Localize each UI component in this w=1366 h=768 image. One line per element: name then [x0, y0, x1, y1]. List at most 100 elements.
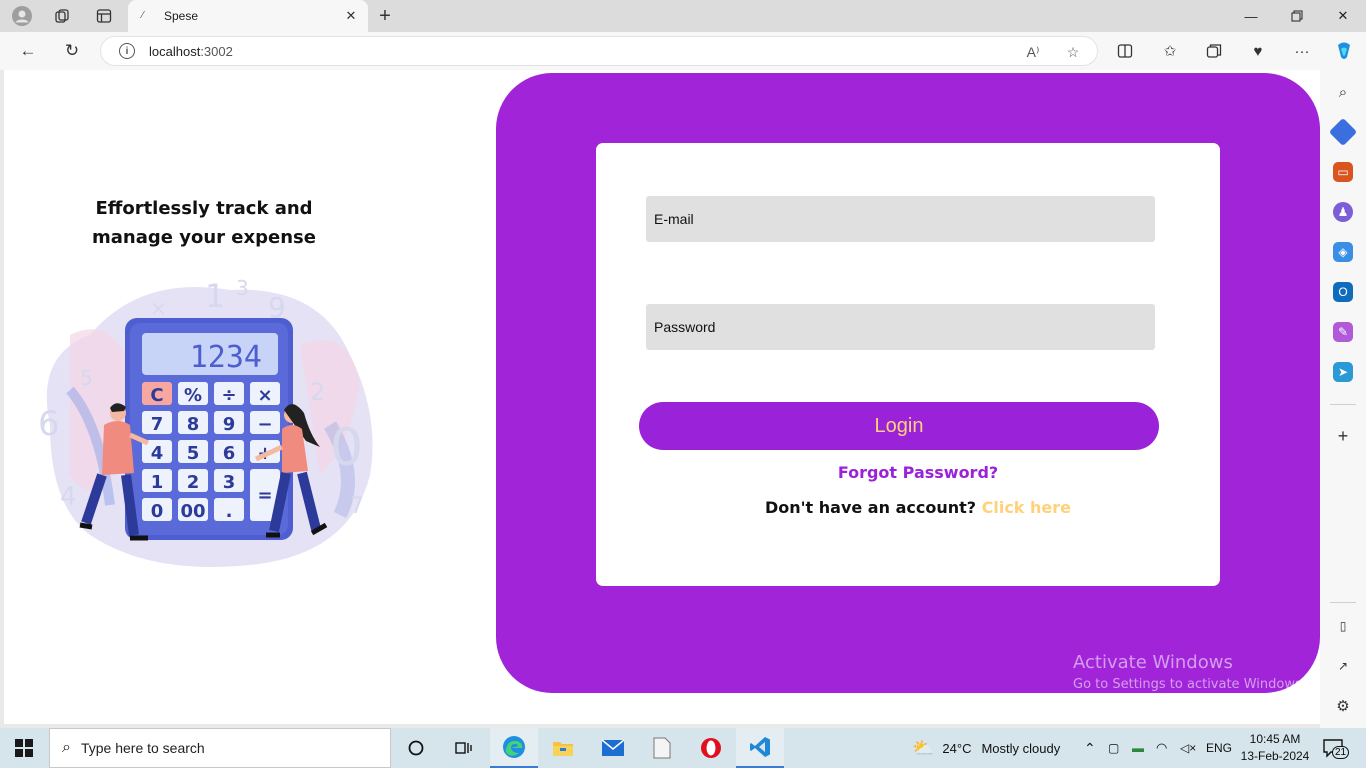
svg-text:00: 00	[180, 501, 205, 522]
signup-text: Don't have an account?	[764, 498, 977, 517]
svg-text:7: 7	[350, 494, 364, 519]
windows-start-icon[interactable]	[0, 728, 48, 768]
vertical-tabs-icon[interactable]	[90, 4, 118, 28]
weather-widget[interactable]: ⛅ 24°C Mostly cloudy	[912, 728, 1060, 768]
task-view-icon[interactable]	[440, 728, 488, 768]
login-button[interactable]: Login	[639, 402, 1159, 450]
svg-text:%: %	[184, 385, 202, 406]
tab-spese[interactable]: ⁄ Spese ✕	[128, 0, 368, 32]
svg-text:÷: ÷	[221, 385, 236, 406]
svg-text:6: 6	[38, 404, 60, 444]
svg-text:1: 1	[151, 472, 164, 493]
split-screen-icon[interactable]	[1111, 37, 1139, 65]
svg-text:0: 0	[330, 418, 363, 478]
tools-briefcase-icon[interactable]: ▭	[1333, 162, 1353, 182]
sidebar-divider-bottom	[1330, 602, 1356, 603]
svg-text:×: ×	[150, 296, 167, 320]
url-box[interactable]: i localhost:3002 A⁾ ☆	[100, 36, 1098, 66]
svg-text:.: .	[226, 501, 233, 522]
site-info-icon[interactable]: i	[119, 43, 135, 59]
more-options-icon[interactable]: ···	[1288, 37, 1316, 65]
copilot-icon[interactable]	[1330, 37, 1358, 65]
battery-charging-icon[interactable]: ▬	[1132, 728, 1144, 768]
cortana-icon[interactable]	[392, 728, 440, 768]
refresh-icon[interactable]: ↻	[58, 37, 86, 65]
search-icon[interactable]: ⌕	[1333, 82, 1353, 102]
games-icon[interactable]: ♟	[1333, 202, 1353, 222]
hide-sidebar-icon[interactable]: ▯	[1333, 616, 1353, 636]
address-bar: ← ↻ i localhost:3002 A⁾ ☆ ✩ ♥ ···	[0, 32, 1366, 70]
svg-text:=: =	[257, 485, 272, 506]
new-tab-button[interactable]: +	[372, 4, 398, 28]
password-field[interactable]	[646, 304, 1155, 350]
edge-sidebar: ⌕ ▭ ♟ ◈ O ✎ ➤ + ▯ ↗ ⚙	[1320, 70, 1366, 728]
send-icon[interactable]: ➤	[1333, 362, 1353, 382]
mail-icon[interactable]	[589, 728, 637, 768]
signup-link[interactable]: Click here	[982, 498, 1071, 517]
notification-center-icon[interactable]: 21	[1322, 738, 1350, 759]
windows-taskbar: ⌕ Type here to search ⛅ 24°C Mostly clou…	[0, 728, 1366, 768]
svg-text:8: 8	[187, 414, 200, 435]
favorite-star-icon[interactable]: ☆	[1063, 42, 1083, 62]
svg-text:2: 2	[310, 378, 325, 406]
notepad-icon[interactable]	[638, 728, 686, 768]
activate-windows-watermark: Activate Windows Go to Settings to activ…	[1073, 652, 1306, 692]
tab-bar: ⁄ Spese ✕ + — ✕	[0, 0, 1366, 32]
shopping-tag-icon[interactable]	[1328, 117, 1358, 147]
browser-essentials-icon[interactable]: ♥	[1244, 37, 1272, 65]
outlook-icon[interactable]: O	[1333, 282, 1353, 302]
weather-temp: 24°C	[942, 740, 972, 756]
forgot-password-link[interactable]: Forgot Password?	[596, 463, 1220, 482]
svg-text:5: 5	[187, 443, 200, 464]
clock-time: 10:45 AM	[1249, 732, 1301, 746]
profile-icon[interactable]	[8, 4, 36, 28]
wifi-icon[interactable]: ◠	[1156, 728, 1167, 768]
open-external-icon[interactable]: ↗	[1333, 656, 1353, 676]
favorites-icon[interactable]: ✩	[1156, 37, 1184, 65]
weather-description: Mostly cloudy	[981, 740, 1061, 756]
svg-text:4: 4	[151, 443, 164, 464]
notification-count: 21	[1332, 746, 1350, 759]
svg-text:3: 3	[223, 472, 236, 493]
svg-text:7: 7	[151, 414, 164, 435]
svg-text:1: 1	[205, 277, 225, 315]
svg-text:2: 2	[187, 472, 200, 493]
settings-gear-icon[interactable]: ⚙	[1333, 696, 1353, 716]
svg-text:4: 4	[60, 482, 77, 512]
opera-icon[interactable]	[687, 728, 735, 768]
svg-text:0: 0	[151, 501, 164, 522]
minimize-icon[interactable]: —	[1228, 0, 1274, 32]
cloudy-weather-icon: ⛅	[912, 737, 935, 758]
add-sidebar-app-icon[interactable]: +	[1333, 426, 1353, 446]
page-content: Effortlessly track and manage your expen…	[4, 70, 1320, 724]
language-indicator[interactable]: ENG	[1206, 728, 1232, 768]
calculator-illustration: 1 3 9 × 2 0 4 6 5 7 1234 C % ÷ × 7 8 9 −…	[38, 276, 373, 567]
close-tab-icon[interactable]: ✕	[342, 7, 360, 25]
svg-text:×: ×	[257, 385, 272, 406]
designer-icon[interactable]: ✎	[1333, 322, 1353, 342]
volume-muted-icon[interactable]: ◁×	[1180, 728, 1196, 768]
svg-text:−: −	[257, 414, 272, 435]
tagline: Effortlessly track and manage your expen…	[92, 198, 316, 248]
restore-icon[interactable]	[1274, 0, 1320, 32]
microsoft-365-icon[interactable]: ◈	[1333, 242, 1353, 262]
show-hidden-icons-chevron-icon[interactable]: ⌃	[1084, 728, 1100, 768]
read-aloud-icon[interactable]: A⁾	[1023, 42, 1043, 62]
taskbar-search-placeholder: Type here to search	[80, 740, 205, 756]
vscode-icon[interactable]	[736, 728, 784, 768]
edge-taskbar-icon[interactable]	[490, 728, 538, 768]
svg-text:5: 5	[80, 366, 93, 390]
back-icon[interactable]: ←	[14, 37, 42, 65]
collections-icon[interactable]	[1200, 37, 1228, 65]
tab-title: Spese	[164, 9, 199, 23]
watermark-subtitle: Go to Settings to activate Windows.	[1073, 677, 1306, 692]
close-window-icon[interactable]: ✕	[1320, 0, 1366, 32]
taskbar-search-box[interactable]: ⌕ Type here to search	[49, 728, 391, 768]
taskbar-clock[interactable]: 10:45 AM 13-Feb-2024	[1236, 731, 1314, 765]
file-explorer-icon[interactable]	[539, 728, 587, 768]
meet-now-icon[interactable]: ▢	[1108, 728, 1119, 768]
search-magnifier-icon: ⌕	[62, 739, 71, 756]
workspaces-icon[interactable]	[48, 4, 76, 28]
email-field[interactable]	[646, 196, 1155, 242]
svg-text:3: 3	[236, 276, 249, 300]
